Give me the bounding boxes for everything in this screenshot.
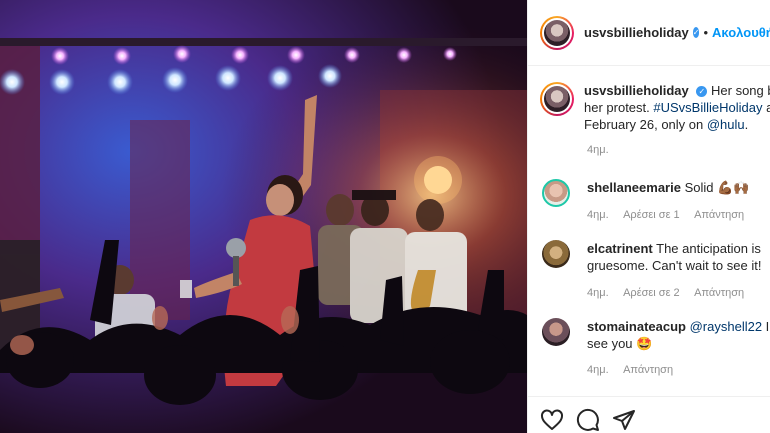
comment-likes[interactable]: Αρέσει σε 1 bbox=[623, 209, 680, 221]
post-timestamp[interactable]: 4ημ. bbox=[587, 144, 609, 156]
action-bar bbox=[528, 396, 770, 433]
verified-badge-icon: ✓ bbox=[692, 27, 700, 38]
comment-text: The anticipation is bbox=[656, 241, 761, 256]
caption-avatar-image bbox=[544, 86, 570, 112]
author-avatar[interactable] bbox=[540, 15, 574, 50]
author-username[interactable]: usvsbillieholiday bbox=[584, 25, 689, 40]
caption-username[interactable]: usvsbillieholiday bbox=[584, 83, 689, 98]
caption-verified-badge-icon: ✓ bbox=[696, 86, 708, 98]
comment-avatar[interactable] bbox=[542, 240, 570, 268]
comment-item: shellaneemarie Solid 💪🏾🙌🏾 bbox=[542, 179, 770, 207]
comment-icon[interactable] bbox=[576, 408, 600, 432]
comment-meta: 4ημ. Απάντηση bbox=[587, 364, 685, 376]
caption-line-1: Her song became bbox=[711, 83, 770, 98]
comment-reply-button[interactable]: Απάντηση bbox=[694, 209, 744, 221]
caption-hashtag-link[interactable]: #USvsBillieHoliday bbox=[653, 100, 762, 115]
comment-reply-button[interactable]: Απάντηση bbox=[694, 287, 744, 299]
comment-item: elcatrinent The anticipation is gruesome… bbox=[542, 240, 770, 274]
comment-text-line-2: see you 🤩 bbox=[587, 336, 653, 351]
comment-meta: 4ημ. Αρέσει σε 1 Απάντηση bbox=[587, 209, 756, 221]
author-avatar-image bbox=[544, 19, 570, 46]
share-icon[interactable] bbox=[612, 408, 636, 432]
caption-mention-link[interactable]: @hulu bbox=[707, 117, 745, 132]
comment-text: I bbox=[762, 319, 770, 334]
caption-line-3-end: . bbox=[744, 117, 749, 132]
post-photo[interactable] bbox=[0, 0, 527, 433]
header-separator: • bbox=[703, 25, 709, 40]
follow-button[interactable]: Ακολουθήστε bbox=[712, 25, 770, 40]
comment-item: stomainateacup @rayshell22 I see you 🤩 bbox=[542, 318, 770, 352]
concert-scene-image bbox=[0, 0, 527, 433]
comment-likes[interactable]: Αρέσει σε 2 bbox=[623, 287, 680, 299]
caption-line-2-rest: arrives bbox=[766, 100, 770, 115]
comment-time[interactable]: 4ημ. bbox=[587, 364, 609, 376]
comment-avatar[interactable] bbox=[542, 318, 570, 346]
caption-line-3: February 26, only on bbox=[584, 117, 704, 132]
post-caption: usvsbillieholiday ✓ Her song became her … bbox=[540, 82, 770, 133]
comment-text-line-2: gruesome. Can't wait to see it! bbox=[587, 258, 762, 273]
comment-username[interactable]: stomainateacup bbox=[587, 319, 686, 334]
comment-username[interactable]: shellaneemarie bbox=[587, 180, 681, 195]
heart-icon[interactable] bbox=[540, 408, 564, 432]
comment-meta: 4ημ. Αρέσει σε 2 Απάντηση bbox=[587, 287, 756, 299]
comment-time[interactable]: 4ημ. bbox=[587, 209, 609, 221]
comment-reply-button[interactable]: Απάντηση bbox=[623, 364, 673, 376]
comment-username[interactable]: elcatrinent bbox=[587, 241, 653, 256]
comment-time[interactable]: 4ημ. bbox=[587, 287, 609, 299]
caption-line-2: her protest. #USvsBillieHoliday bbox=[584, 100, 763, 115]
caption-avatar[interactable] bbox=[540, 82, 574, 116]
post-header: usvsbillieholiday ✓ • Ακολουθήστε bbox=[528, 0, 770, 66]
comment-text: Solid 💪🏾🙌🏾 bbox=[684, 180, 750, 195]
comment-avatar[interactable] bbox=[542, 179, 570, 207]
comment-mention-link[interactable]: @rayshell22 bbox=[690, 319, 762, 334]
post-side-panel: usvsbillieholiday ✓ • Ακολουθήστε usvsbi… bbox=[527, 0, 770, 433]
